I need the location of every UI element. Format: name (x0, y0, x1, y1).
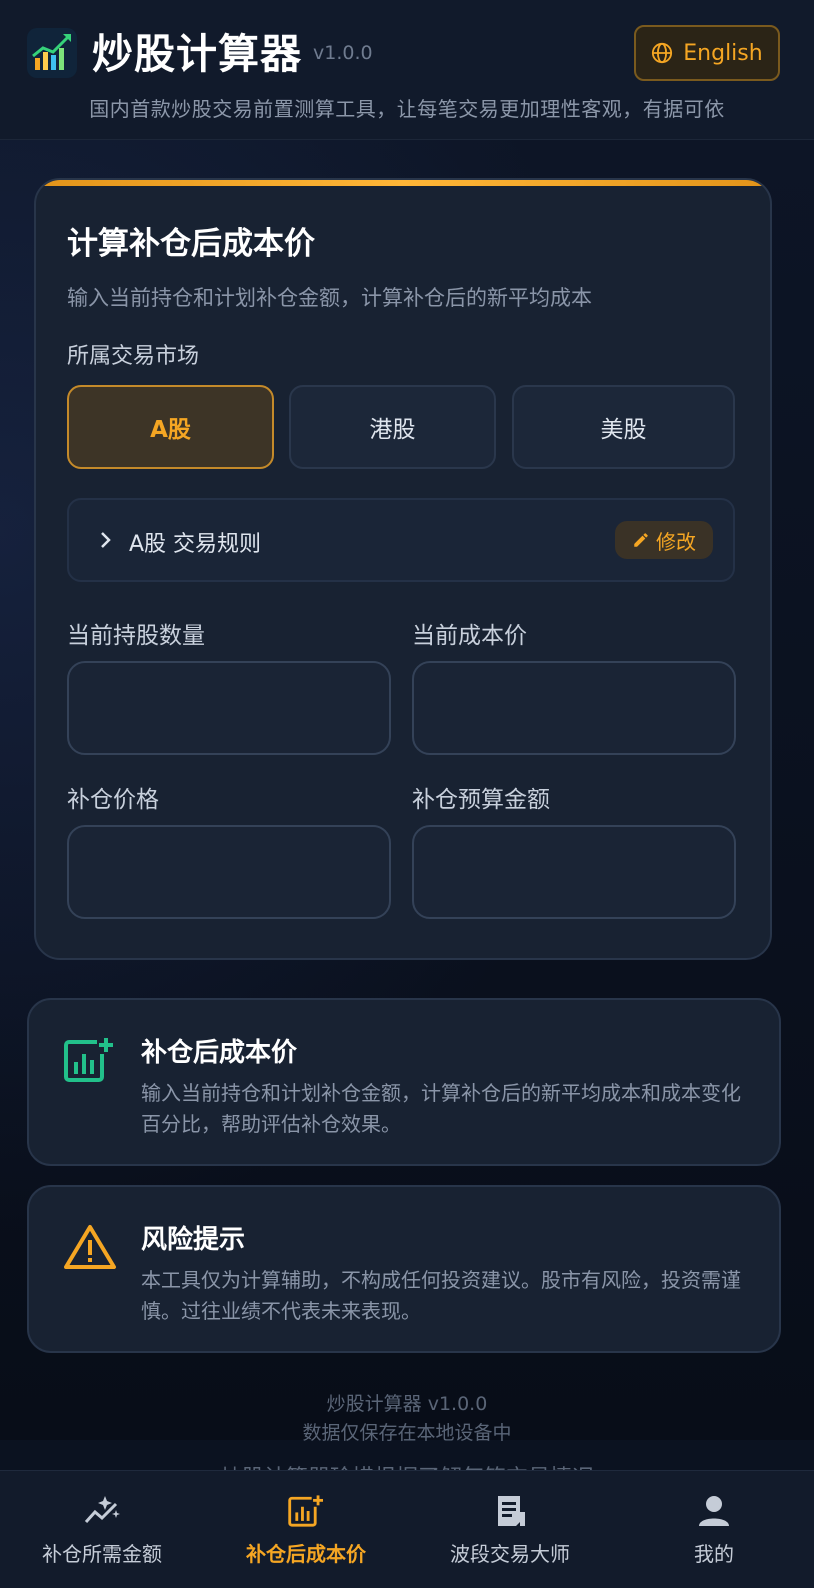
warning-icon (64, 1225, 116, 1269)
sparkle-chart-icon (84, 1495, 120, 1523)
nav-item-cost-after-add[interactable]: 补仓后成本价 (204, 1471, 408, 1588)
trading-rules-label: A股 交易规则 (129, 532, 262, 557)
app-subtitle: 国内首款炒股交易前置测算工具，让每笔交易更加理性客观，有据可依 (89, 97, 725, 121)
language-button-label: English (683, 40, 763, 66)
app-header: 炒股计算器 v1.0.0 English 国内首款炒股交易前置测算工具，让每笔交… (0, 0, 814, 140)
info-card-risk: 风险提示 本工具仅为计算辅助，不构成任何投资建议。股市有风险，投资需谨慎。过往业… (27, 1185, 781, 1353)
market-option-hk[interactable]: 港股 (289, 385, 496, 469)
budget-input[interactable] (412, 825, 736, 919)
bottom-nav: 补仓所需金额 补仓后成本价 波段交易大师 我的 (0, 1470, 814, 1588)
app-title: 炒股计算器 (92, 30, 302, 78)
cost-price-input[interactable] (412, 661, 736, 755)
edit-rules-label: 修改 (656, 529, 696, 554)
cost-price-label: 当前成本价 (412, 623, 527, 649)
footer-storage-note: 数据仅保存在本地设备中 (302, 1422, 512, 1444)
app-logo (27, 28, 77, 78)
shares-label: 当前持股数量 (67, 623, 205, 649)
nav-label-profile: 我的 (694, 1541, 734, 1566)
language-button[interactable]: English (634, 25, 780, 81)
market-option-us[interactable]: 美股 (512, 385, 735, 469)
bar-chart-plus-icon (64, 1036, 115, 1082)
chevron-right-icon[interactable] (99, 530, 113, 550)
info-risk-text: 本工具仅为计算辅助，不构成任何投资建议。股市有风险，投资需谨慎。过往业绩不代表未… (141, 1268, 741, 1323)
card-title: 计算补仓后成本价 (67, 226, 315, 262)
info-risk-title: 风险提示 (141, 1225, 246, 1255)
nav-item-swing-master[interactable]: 波段交易大师 (408, 1471, 612, 1588)
footer-cut-text: 炒股计算器珍惜根据了解每笔交易情况 (0, 1460, 814, 1470)
nav-label-cost-after-add: 补仓后成本价 (246, 1541, 366, 1566)
app-version: v1.0.0 (313, 42, 373, 64)
card-accent-bar (36, 180, 770, 186)
nav-item-required-amount[interactable]: 补仓所需金额 (0, 1471, 204, 1588)
globe-icon (652, 42, 673, 64)
nav-item-profile[interactable]: 我的 (612, 1471, 814, 1588)
logo-chart-icon (27, 28, 77, 78)
info-card-cost: 补仓后成本价 输入当前持仓和计划补仓金额，计算补仓后的新平均成本和成本变化百分比… (27, 998, 781, 1166)
calculator-card: 计算补仓后成本价 输入当前持仓和计划补仓金额，计算补仓后的新平均成本 所属交易市… (34, 178, 772, 960)
budget-label: 补仓预算金额 (412, 787, 550, 813)
pencil-icon (634, 533, 648, 547)
info-cost-title: 补仓后成本价 (141, 1038, 298, 1068)
edit-rules-button[interactable]: 修改 (615, 521, 713, 559)
card-description: 输入当前持仓和计划补仓金额，计算补仓后的新平均成本 (67, 286, 592, 310)
add-price-label: 补仓价格 (67, 787, 159, 813)
trading-rules-row[interactable]: A股 交易规则 修改 (67, 498, 735, 582)
bar-chart-plus-icon (288, 1493, 325, 1527)
info-cost-text: 输入当前持仓和计划补仓金额，计算补仓后的新平均成本和成本变化百分比，帮助评估补仓… (141, 1081, 741, 1136)
add-price-input[interactable] (67, 825, 391, 919)
market-option-a-share[interactable]: A股 (67, 385, 274, 469)
receipt-icon (498, 1495, 525, 1526)
footer-version: 炒股计算器 v1.0.0 (326, 1393, 488, 1415)
nav-label-required-amount: 补仓所需金额 (42, 1541, 162, 1566)
nav-label-swing-master: 波段交易大师 (450, 1541, 570, 1566)
shares-input[interactable] (67, 661, 391, 755)
user-icon (699, 1495, 729, 1526)
market-label: 所属交易市场 (67, 344, 200, 369)
